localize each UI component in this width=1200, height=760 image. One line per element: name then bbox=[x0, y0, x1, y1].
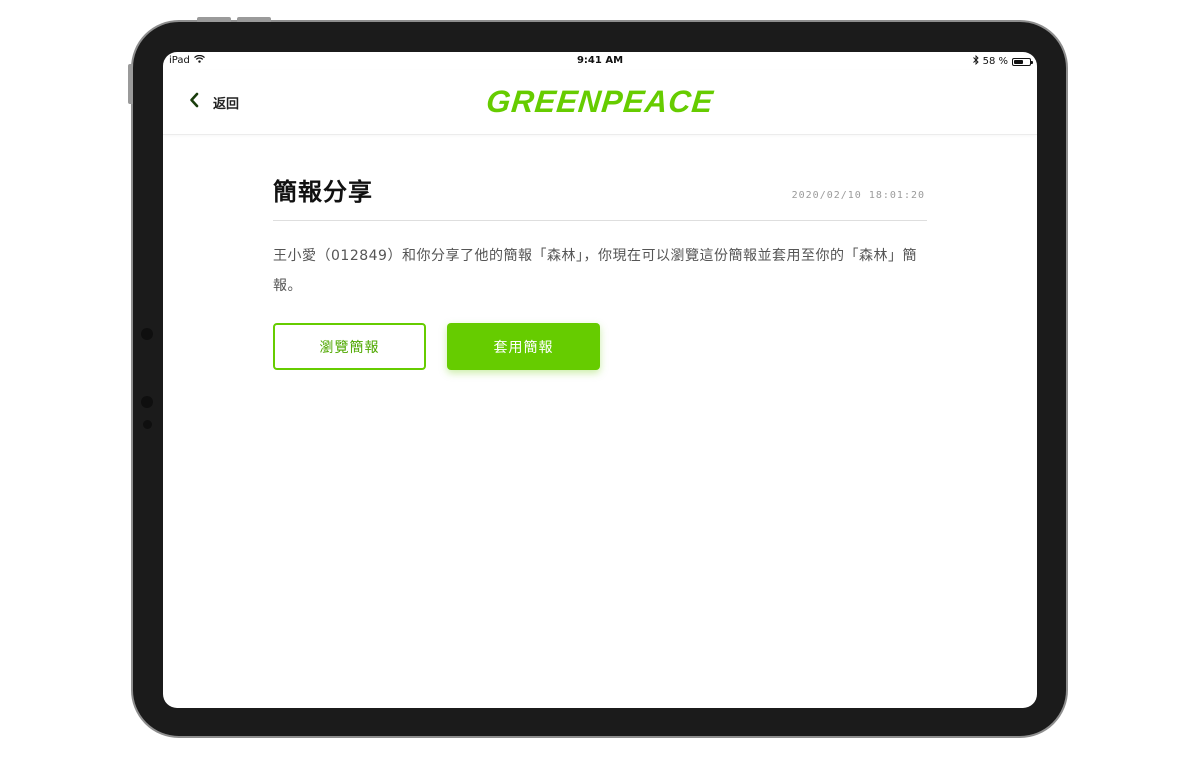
top-button bbox=[237, 17, 271, 22]
share-notification: 簡報分享 2020/02/10 18:01:20 王小愛（012849）和你分享… bbox=[273, 172, 927, 370]
screen: iPad 9:41 AM 58 % 返回 GREENPEACE 簡報分享 202… bbox=[163, 52, 1037, 708]
sensor-dot bbox=[143, 420, 152, 429]
apply-presentation-button[interactable]: 套用簡報 bbox=[447, 323, 600, 370]
bluetooth-icon bbox=[972, 54, 979, 68]
battery-fill bbox=[1014, 59, 1023, 64]
side-button bbox=[128, 64, 133, 104]
battery-percent: 58 % bbox=[982, 56, 1008, 67]
notification-header: 簡報分享 2020/02/10 18:01:20 bbox=[273, 172, 927, 221]
timestamp: 2020/02/10 18:01:20 bbox=[791, 190, 925, 201]
action-buttons: 瀏覽簡報 套用簡報 bbox=[273, 323, 927, 370]
sensor-dot bbox=[141, 328, 153, 340]
notification-message: 王小愛（012849）和你分享了他的簡報「森林」，你現在可以瀏覽這份簡報並套用至… bbox=[273, 248, 917, 294]
battery-icon bbox=[1012, 57, 1033, 66]
sensor-dot bbox=[141, 396, 153, 408]
top-button bbox=[197, 17, 231, 22]
navigation-bar: 返回 GREENPEACE bbox=[163, 70, 1037, 135]
clock: 9:41 AM bbox=[576, 55, 624, 66]
page-title: 簡報分享 bbox=[273, 178, 373, 206]
greenpeace-logo: GREENPEACE bbox=[484, 84, 716, 119]
browse-presentation-button[interactable]: 瀏覽簡報 bbox=[273, 323, 426, 370]
status-bar: iPad 9:41 AM 58 % bbox=[163, 52, 1037, 70]
